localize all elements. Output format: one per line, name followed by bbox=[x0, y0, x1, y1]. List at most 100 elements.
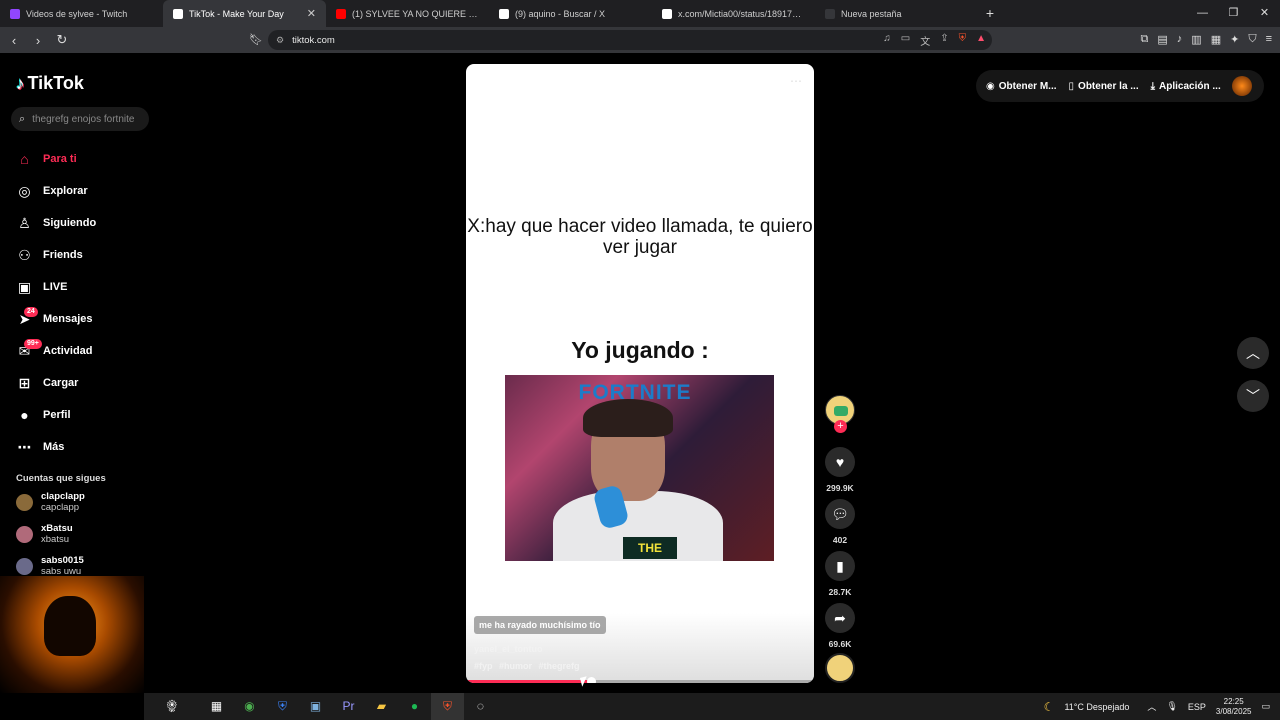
forward-icon[interactable]: › bbox=[28, 33, 48, 48]
translate-icon[interactable]: 文 bbox=[920, 33, 930, 48]
save-button[interactable]: ▮ 28.7K bbox=[824, 551, 856, 597]
progress-handle[interactable] bbox=[587, 677, 597, 683]
save-count: 28.7K bbox=[828, 587, 852, 597]
next-video-button[interactable]: ﹀ bbox=[1237, 380, 1269, 412]
sidebar-item[interactable]: ▣ LIVE bbox=[16, 271, 96, 303]
sidebar-item[interactable]: ● Perfil bbox=[16, 399, 96, 431]
spotify-icon[interactable]: ● bbox=[398, 693, 431, 720]
browser-tab[interactable]: Videos de sylvee - Twitch bbox=[0, 0, 163, 27]
brave-icon[interactable]: ⛨ bbox=[431, 693, 464, 720]
get-coins-button[interactable]: ◉ Obtener M... bbox=[986, 81, 1057, 92]
sunflower-widget-icon[interactable]: 🌻︎ bbox=[144, 693, 200, 720]
extensions-icon[interactable]: ⧉ bbox=[1141, 33, 1149, 46]
media-icon[interactable]: ♫ bbox=[883, 33, 891, 48]
video-hashtags[interactable]: #fyp #humor #thegrefg bbox=[474, 661, 580, 671]
site-info-icon[interactable]: ⚙ bbox=[276, 35, 284, 46]
defender-icon[interactable]: ⛨ bbox=[266, 693, 299, 720]
comment-count: 402 bbox=[832, 535, 848, 545]
share-icon[interactable]: ⇪ bbox=[940, 33, 948, 48]
back-icon[interactable]: ‹ bbox=[4, 33, 24, 48]
sidebar-item[interactable]: ♙ Siguiendo bbox=[16, 207, 96, 239]
download-icon: ⤓ bbox=[1150, 80, 1156, 92]
sidebar-item[interactable]: ⌂ Para ti bbox=[16, 143, 96, 175]
browser-tab[interactable]: (1) SYLVEE YA NO QUIERE NOVELAS bbox=[326, 0, 489, 27]
share-button[interactable]: ➦ 69.6K bbox=[824, 603, 856, 649]
tab-label: x.com/Mictia00/status/18917042303 bbox=[678, 8, 805, 19]
new-tab-button[interactable]: + bbox=[978, 0, 1002, 27]
account-handle: capclapp bbox=[41, 502, 80, 513]
rewards-icon[interactable]: ▲ bbox=[976, 33, 986, 48]
menu-icon[interactable]: ≡ bbox=[1266, 33, 1272, 46]
comment-button[interactable]: 💬︎ 402 bbox=[824, 499, 856, 545]
more-options-icon[interactable]: ⋯ bbox=[790, 74, 802, 88]
previous-video-button[interactable]: ︿ bbox=[1237, 337, 1269, 369]
video-progress-bar[interactable] bbox=[466, 677, 814, 683]
reload-icon[interactable]: ↻ bbox=[52, 32, 72, 48]
music-disc-icon[interactable] bbox=[825, 653, 855, 683]
clock[interactable]: 22:25 3/08/2025 bbox=[1216, 697, 1252, 717]
coin-icon: ◉ bbox=[986, 80, 995, 92]
video-author[interactable]: yanel_el_tontuo bbox=[474, 644, 543, 654]
sidebar-item[interactable]: ➤ 24 Mensajes bbox=[16, 303, 96, 335]
brave-shield-icon[interactable]: ⛨ bbox=[959, 33, 967, 48]
tab-close-icon[interactable]: ✕ bbox=[307, 7, 316, 20]
language-indicator[interactable]: ESP bbox=[1188, 702, 1206, 712]
heart-icon: ♥ bbox=[825, 447, 855, 477]
wallet-icon[interactable]: ▦ bbox=[1211, 33, 1221, 46]
address-bar[interactable]: ⚙ tiktok.com ♫ ▭ 文 ⇪ ⛨ ▲ bbox=[268, 30, 992, 50]
account-name: sabs0015 bbox=[41, 555, 84, 566]
restore-icon[interactable]: ❐ bbox=[1218, 0, 1249, 27]
music-icon[interactable]: ♪ bbox=[1177, 33, 1183, 46]
account-name: clapclapp bbox=[41, 491, 85, 502]
task-view-icon[interactable]: ▦ bbox=[200, 693, 233, 720]
weather-text[interactable]: 11°C Despejado bbox=[1064, 702, 1129, 712]
sidebar-item-label: Para ti bbox=[43, 153, 77, 165]
search-input[interactable]: ⌕ thegrefg enojos fortnite bbox=[11, 107, 149, 131]
cast-icon[interactable]: ▭ bbox=[901, 33, 910, 48]
bookmark-icon[interactable]: 🔖︎ bbox=[249, 33, 263, 46]
sidebar-item[interactable]: ✉ 99+ Actividad bbox=[16, 335, 96, 367]
follow-plus-icon[interactable]: + bbox=[834, 420, 847, 433]
sidebar-item[interactable]: ◎ Explorar bbox=[16, 175, 96, 207]
browser-tab[interactable]: x.com/Mictia00/status/18917042303 bbox=[652, 0, 815, 27]
browser-tab[interactable]: TikTok - Make Your Day ✕ bbox=[163, 0, 326, 27]
vpn-icon[interactable]: ⛉ bbox=[1248, 33, 1256, 46]
clip-hair bbox=[583, 399, 673, 437]
sidebar-item[interactable]: ⊞ Cargar bbox=[16, 367, 96, 399]
reader-icon[interactable]: ▤ bbox=[1157, 33, 1167, 46]
tab-label: (1) SYLVEE YA NO QUIERE NOVELAS bbox=[352, 8, 479, 19]
chrome-icon[interactable]: ◉ bbox=[233, 693, 266, 720]
following-account[interactable]: sabs0015 sabs uwu bbox=[16, 555, 84, 577]
browser-tabstrip: Videos de sylvee - Twitch TikTok - Make Y… bbox=[0, 0, 1280, 27]
comment-icon: 💬︎ bbox=[825, 499, 855, 529]
tiktok-logo[interactable]: ♪ TikTok bbox=[16, 73, 84, 94]
browser-tab[interactable]: Nueva pestaña bbox=[815, 0, 978, 27]
desktop-app-button[interactable]: ⤓ Aplicación ... bbox=[1151, 81, 1221, 92]
sidebar-item[interactable]: ⚇ Friends bbox=[16, 239, 96, 271]
leo-icon[interactable]: ✦ bbox=[1230, 33, 1239, 46]
embedded-stream-clip: FORTNITE THE bbox=[505, 375, 774, 561]
file-explorer-icon[interactable]: ▰ bbox=[365, 693, 398, 720]
following-account[interactable]: clapclapp capclapp bbox=[16, 491, 85, 513]
tray-chevron-icon[interactable]: ︿ bbox=[1147, 700, 1156, 713]
sidebar-item[interactable]: ⋯ Más bbox=[16, 431, 96, 463]
following-title: Cuentas que sigues bbox=[16, 473, 106, 484]
minimize-icon[interactable]: — bbox=[1187, 0, 1218, 27]
sidepanel-icon[interactable]: ▥ bbox=[1191, 33, 1201, 46]
video-player[interactable]: ⋯ X:hay que hacer video llamada, te quie… bbox=[466, 64, 814, 683]
browser-tab[interactable]: (9) aquino - Buscar / X bbox=[489, 0, 652, 27]
top-actions: ◉ Obtener M... ▯ Obtener la ... ⤓ Aplica… bbox=[976, 70, 1264, 102]
user-avatar[interactable] bbox=[1232, 76, 1252, 96]
notifications-icon[interactable]: ▭ bbox=[1261, 701, 1270, 712]
tab-list: Videos de sylvee - Twitch TikTok - Make Y… bbox=[0, 0, 978, 27]
close-window-icon[interactable]: ✕ bbox=[1249, 0, 1280, 27]
monitor-app-icon[interactable]: ▣ bbox=[299, 693, 332, 720]
get-app-button[interactable]: ▯ Obtener la ... bbox=[1069, 81, 1139, 92]
like-button[interactable]: ♥ 299.9K bbox=[824, 447, 856, 493]
mic-icon[interactable]: 🎙︎ bbox=[1166, 701, 1177, 712]
premiere-icon[interactable]: Pr bbox=[332, 693, 365, 720]
following-account[interactable]: xBatsu xbatsu bbox=[16, 523, 73, 545]
os-taskbar: 🌻︎ ▦ ◉ ⛨ ▣ Pr ▰ ● ⛨ ◌ ☾ 11°C Despejado ︿… bbox=[144, 693, 1280, 720]
obs-icon[interactable]: ◌ bbox=[464, 693, 497, 720]
video-caption-top: X:hay que hacer video llamada, te quiero… bbox=[467, 216, 813, 258]
